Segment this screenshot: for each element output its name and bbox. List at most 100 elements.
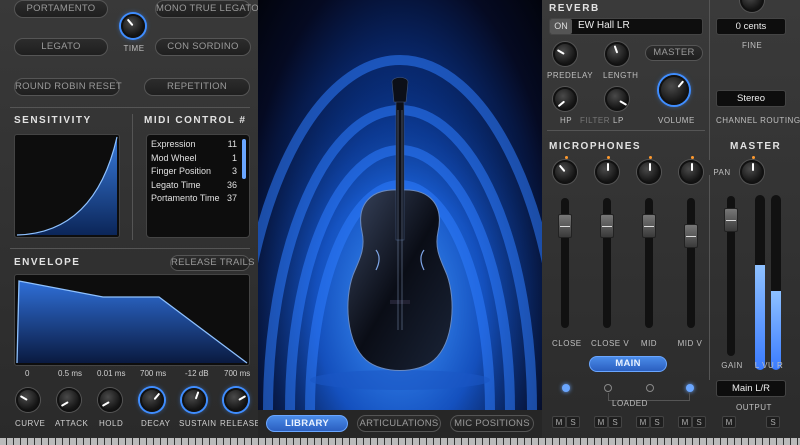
release-label: RELEASE bbox=[220, 419, 261, 428]
fine-label: FINE bbox=[742, 41, 763, 50]
envelope-graph bbox=[16, 280, 248, 364]
mid-v-pan-knob[interactable] bbox=[679, 156, 703, 184]
midi-value: 36 bbox=[226, 179, 237, 190]
fine-value[interactable]: 0 cents bbox=[716, 18, 786, 35]
attack-label: ATTACK bbox=[55, 419, 89, 428]
close-v-mute-button[interactable]: M bbox=[594, 416, 608, 428]
channel-routing-select[interactable]: Stereo bbox=[716, 90, 786, 107]
length-label: LENGTH bbox=[603, 71, 639, 80]
midi-row-legato-time[interactable]: Legato Time 36 bbox=[151, 180, 245, 194]
reverb-volume-label: VOLUME bbox=[658, 116, 695, 125]
attack-knob[interactable] bbox=[57, 388, 81, 412]
envelope-title: ENVELOPE bbox=[14, 257, 81, 268]
sustain-knob[interactable] bbox=[182, 388, 206, 412]
reverb-volume-knob[interactable] bbox=[659, 75, 689, 105]
mono-true-legato-button[interactable]: MONO TRUE LEGATO bbox=[155, 0, 259, 18]
midi-value: 11 bbox=[227, 139, 237, 149]
master-mute-button[interactable]: M bbox=[722, 416, 736, 428]
close-v-solo-button[interactable]: S bbox=[608, 416, 622, 428]
midi-row-expression[interactable]: Expression 11 bbox=[151, 139, 245, 153]
master-gain-fader[interactable] bbox=[724, 208, 738, 232]
close-mute-button[interactable]: M bbox=[552, 416, 566, 428]
close-pan-knob[interactable] bbox=[553, 156, 577, 184]
predelay-label: PREDELAY bbox=[547, 71, 594, 80]
master-title: MASTER bbox=[730, 141, 782, 152]
portamento-button[interactable]: PORTAMENTO bbox=[14, 0, 108, 18]
tab-articulations[interactable]: ARTICULATIONS bbox=[357, 415, 441, 432]
predelay-knob[interactable] bbox=[553, 42, 577, 66]
close-v-pan-knob[interactable] bbox=[595, 156, 619, 184]
lp-knob[interactable] bbox=[605, 87, 629, 111]
curve-knob[interactable] bbox=[16, 388, 40, 412]
master-solo-button[interactable]: S bbox=[766, 416, 780, 428]
decay-knob[interactable] bbox=[140, 388, 164, 412]
mid-loaded-led[interactable] bbox=[646, 384, 654, 392]
mid-v-mute-button[interactable]: M bbox=[678, 416, 692, 428]
mid-fader[interactable] bbox=[642, 214, 656, 238]
divider bbox=[709, 175, 710, 380]
midi-row-mod-wheel[interactable]: Mod Wheel 1 bbox=[151, 153, 245, 167]
reverb-preset-display[interactable]: ON EW Hall LR bbox=[549, 18, 703, 35]
midi-name: Expression bbox=[151, 139, 196, 149]
portamento-time-knob[interactable] bbox=[121, 14, 145, 38]
envelope-sustain-value: -12 dB bbox=[185, 369, 209, 378]
reverb-master-button[interactable]: MASTER bbox=[645, 45, 703, 61]
hold-knob[interactable] bbox=[98, 388, 122, 412]
midi-scrollbar[interactable] bbox=[242, 139, 246, 179]
reverb-title: REVERB bbox=[549, 3, 600, 14]
midi-control-list[interactable]: Expression 11 Mod Wheel 1 Finger Position 3… bbox=[146, 134, 250, 238]
release-trails-button[interactable]: RELEASE TRAILS bbox=[170, 255, 254, 271]
midi-row-portamento-time[interactable]: Portamento Time 37 bbox=[151, 193, 245, 207]
divider bbox=[10, 107, 250, 108]
mid-v-fader[interactable] bbox=[684, 224, 698, 248]
midi-value: 1 bbox=[231, 152, 237, 163]
violin-illustration bbox=[258, 0, 542, 410]
reverb-on-toggle[interactable]: ON bbox=[550, 19, 572, 34]
master-pan-knob[interactable] bbox=[740, 156, 764, 184]
main-mic-button[interactable]: MAIN bbox=[589, 356, 667, 372]
hold-label: HOLD bbox=[99, 419, 124, 428]
sensitivity-curve bbox=[16, 136, 118, 236]
legato-button[interactable]: LEGATO bbox=[14, 38, 108, 56]
repetition-button[interactable]: REPETITION bbox=[144, 78, 250, 96]
time-label: TIME bbox=[123, 44, 145, 53]
vu-label: L VU R bbox=[754, 361, 784, 370]
hp-knob[interactable] bbox=[553, 87, 577, 111]
mid-mute-button[interactable]: M bbox=[636, 416, 650, 428]
con-sordino-button[interactable]: CON SORDINO bbox=[155, 38, 251, 56]
mid-v-solo-button[interactable]: S bbox=[692, 416, 706, 428]
mid-v-loaded-led[interactable] bbox=[686, 384, 694, 392]
sustain-label: SUSTAIN bbox=[179, 419, 217, 428]
sensitivity-curve-display[interactable] bbox=[14, 134, 120, 238]
tab-library[interactable]: LIBRARY bbox=[266, 415, 348, 432]
vu-meter-right bbox=[771, 195, 781, 370]
midi-row-finger-position[interactable]: Finger Position 3 bbox=[151, 166, 245, 180]
close-solo-button[interactable]: S bbox=[566, 416, 580, 428]
microphones-title: MICROPHONES bbox=[549, 141, 642, 152]
mid-pan-knob[interactable] bbox=[637, 156, 661, 184]
envelope-attack-value: 0.5 ms bbox=[58, 369, 83, 378]
midi-control-title: MIDI CONTROL # bbox=[144, 115, 247, 126]
round-robin-reset-button[interactable]: ROUND ROBIN RESET bbox=[14, 78, 122, 96]
midi-name: Finger Position bbox=[151, 166, 212, 176]
midi-name: Mod Wheel bbox=[151, 152, 197, 163]
gain-label: GAIN bbox=[721, 361, 743, 370]
close-loaded-led[interactable] bbox=[562, 384, 570, 392]
filter-label: FILTER bbox=[580, 116, 610, 125]
release-knob[interactable] bbox=[224, 388, 248, 412]
midi-name: Legato Time bbox=[151, 179, 201, 190]
instrument-artwork bbox=[258, 0, 542, 410]
mid-v-fader-track[interactable] bbox=[687, 198, 695, 328]
close-v-loaded-led[interactable] bbox=[604, 384, 612, 392]
mid-solo-button[interactable]: S bbox=[650, 416, 664, 428]
envelope-display[interactable] bbox=[14, 274, 250, 366]
length-knob[interactable] bbox=[605, 42, 629, 66]
envelope-delay-value: 0 bbox=[25, 369, 30, 378]
loaded-label: LOADED bbox=[612, 399, 648, 408]
divider bbox=[10, 248, 250, 249]
keyboard-strip[interactable] bbox=[0, 438, 800, 445]
tab-mic-positions[interactable]: MIC POSITIONS bbox=[450, 415, 534, 432]
close-v-fader[interactable] bbox=[600, 214, 614, 238]
output-select[interactable]: Main L/R bbox=[716, 380, 786, 397]
close-fader[interactable] bbox=[558, 214, 572, 238]
